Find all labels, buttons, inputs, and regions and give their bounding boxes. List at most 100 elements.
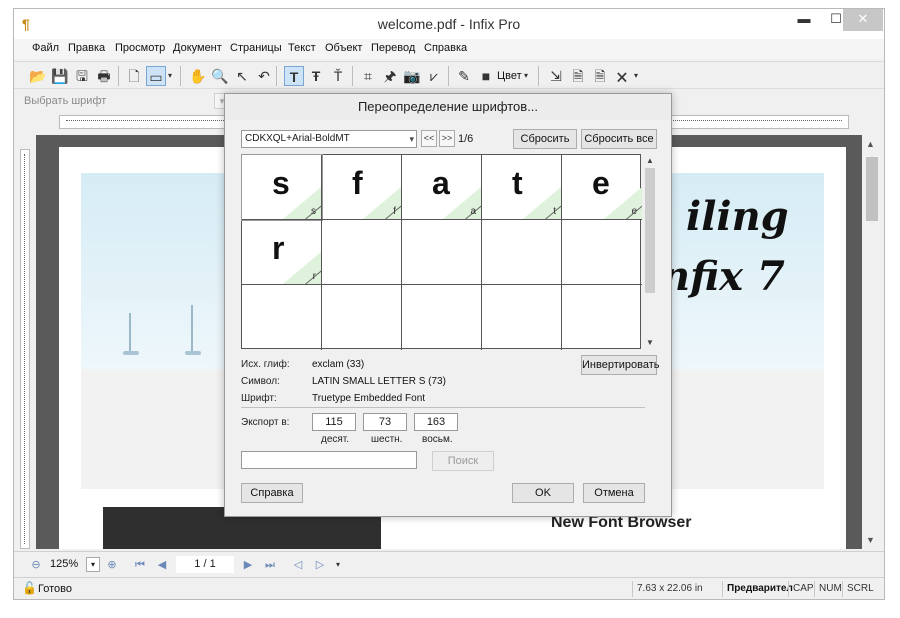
scroll-down-icon[interactable]: ▼ xyxy=(646,338,654,347)
import-page-icon[interactable]: 🗎 xyxy=(568,66,588,86)
glyph-grid-scrollbar[interactable]: ▲ ▼ xyxy=(643,154,657,349)
cancel-button[interactable]: Отмена xyxy=(583,483,645,503)
glyph-grid[interactable]: s s f f a a t t e e r r xyxy=(241,154,642,350)
hand-icon[interactable]: ✋ xyxy=(188,66,208,86)
text-superscript-icon[interactable]: Ť xyxy=(328,66,348,86)
glyph-cell-empty[interactable] xyxy=(482,220,562,285)
zoom-icon[interactable]: 🔍 xyxy=(210,66,230,86)
sailboat-hull xyxy=(185,351,201,355)
forward-icon[interactable]: ▷ xyxy=(312,557,328,573)
glyph-cell[interactable]: f f xyxy=(322,155,402,220)
vertical-scrollbar[interactable]: ▲ ▼ xyxy=(862,135,882,549)
glyph-cell-empty[interactable] xyxy=(482,285,562,350)
sailboat-mast xyxy=(129,313,131,353)
scroll-down-icon[interactable]: ▼ xyxy=(866,535,875,545)
ok-button[interactable]: OK xyxy=(512,483,574,503)
close-button[interactable]: ✕ xyxy=(843,9,883,31)
help-button[interactable]: Справка xyxy=(241,483,303,503)
last-page-icon[interactable]: ⏭ xyxy=(262,557,278,573)
menu-file[interactable]: Файл xyxy=(32,42,59,54)
next-glyph-page-button[interactable]: >> xyxy=(439,130,455,147)
crop-icon[interactable]: ⌗ xyxy=(358,66,378,86)
first-page-icon[interactable]: ⏮ xyxy=(132,557,148,573)
font-value: Truetype Embedded Font xyxy=(312,393,426,404)
camera-icon[interactable]: 📷 xyxy=(402,66,422,86)
chevron-down-icon[interactable]: ▾ xyxy=(632,66,640,86)
invert-button[interactable]: Инвертировать xyxy=(581,355,659,375)
toolbar-separator xyxy=(180,66,181,86)
glyph-cell[interactable]: a a xyxy=(402,155,482,220)
glyph-page-count: 1/6 xyxy=(458,133,474,145)
zoom-in-icon[interactable]: ⊕ xyxy=(104,557,120,573)
search-input[interactable] xyxy=(241,451,417,469)
menu-pages[interactable]: Страницы xyxy=(230,42,282,54)
back-icon[interactable]: ◁ xyxy=(290,557,306,573)
scroll-up-icon[interactable]: ▲ xyxy=(646,156,654,165)
font-combo[interactable]: CDKXQL+Arial-BoldMT ▾ xyxy=(241,130,417,148)
chevron-down-icon[interactable]: ▾ xyxy=(522,66,530,86)
window-title: welcome.pdf - Infix Pro xyxy=(377,16,521,32)
open-icon[interactable]: 📂 xyxy=(28,66,48,86)
toolbar-separator xyxy=(276,66,277,86)
main-toolbar: 📂 💾 🖫 🖶 🗋 ▭ ▾ ✋ 🔍 ↖ ↶ T Ŧ Ť ⌗ 🖈 📷 ⩗ ✎ ■ … xyxy=(14,61,884,89)
menu-object[interactable]: Объект xyxy=(325,42,362,54)
font-selector[interactable]: Выбрать шрифт xyxy=(24,95,106,107)
scroll-up-icon[interactable]: ▲ xyxy=(866,139,875,149)
glyph-cell-empty[interactable] xyxy=(322,285,402,350)
menu-view[interactable]: Просмотр xyxy=(115,42,165,54)
color-label[interactable]: Цвет xyxy=(497,70,522,82)
menu-translate[interactable]: Перевод xyxy=(371,42,415,54)
select-arrow-icon[interactable]: ↖ xyxy=(232,66,252,86)
glyph-cell[interactable]: r r xyxy=(242,220,322,285)
navigation-bar: ⊖ 125% ▾ ⊕ ⏮ ◀ 1 / 1 ▶ ⏭ ◁ ▷ ▾ xyxy=(14,551,884,577)
chevron-down-icon[interactable]: ▾ xyxy=(330,557,346,573)
glyph-cell-empty[interactable] xyxy=(562,220,642,285)
glyph-cell[interactable]: s s xyxy=(241,154,323,221)
chevron-down-icon[interactable]: ▾ xyxy=(166,66,174,86)
symbol-value: LATIN SMALL LETTER S (73) xyxy=(312,376,446,387)
zoom-value[interactable]: 125% xyxy=(50,558,78,570)
eyedropper-icon[interactable]: ✎ xyxy=(454,66,474,86)
glyph-cell[interactable]: t t xyxy=(482,155,562,220)
color-swatch-icon[interactable]: ■ xyxy=(476,66,496,86)
chevron-down-icon[interactable]: ▾ xyxy=(409,131,414,147)
octal-code-field[interactable]: 163 xyxy=(414,413,458,431)
zoom-out-icon[interactable]: ⊖ xyxy=(28,557,44,573)
reset-all-button[interactable]: Сбросить все xyxy=(581,129,657,149)
move-page-icon[interactable]: 🗎 xyxy=(590,66,610,86)
reset-button[interactable]: Сбросить xyxy=(513,129,577,149)
scrollbar-thumb[interactable] xyxy=(645,168,655,293)
export-icon[interactable]: ⇲ xyxy=(546,66,566,86)
minimize-button[interactable]: ▬ xyxy=(788,9,820,31)
glyph-cell-empty[interactable] xyxy=(402,220,482,285)
glyph-cell[interactable]: e e xyxy=(562,155,642,220)
glyph-cell-empty[interactable] xyxy=(242,285,322,350)
glyph-cell-empty[interactable] xyxy=(562,285,642,350)
hex-code-field[interactable]: 73 xyxy=(363,413,407,431)
page-icon[interactable]: 🗋 xyxy=(124,66,144,86)
scrollbar-thumb[interactable] xyxy=(866,157,878,221)
print-icon[interactable]: 🖶 xyxy=(94,66,114,86)
next-page-icon[interactable]: ▶ xyxy=(240,557,256,573)
chevron-down-icon[interactable]: ▾ xyxy=(86,557,100,572)
undo-icon[interactable]: ↶ xyxy=(254,66,274,86)
prev-page-icon[interactable]: ◀ xyxy=(154,557,170,573)
menu-edit[interactable]: Правка xyxy=(68,42,105,54)
delete-page-icon[interactable]: 🗙 xyxy=(612,66,632,86)
save-icon[interactable]: 💾 xyxy=(50,66,70,86)
stamp-icon[interactable]: 🖈 xyxy=(380,66,400,86)
link-icon[interactable]: ⩗ xyxy=(424,66,444,86)
menu-help[interactable]: Справка xyxy=(424,42,467,54)
prev-glyph-page-button[interactable]: << xyxy=(421,130,437,147)
menu-text[interactable]: Текст xyxy=(288,42,316,54)
search-button[interactable]: Поиск xyxy=(432,451,494,471)
page-number-field[interactable]: 1 / 1 xyxy=(176,556,234,573)
page-view-icon[interactable]: ▭ xyxy=(146,66,166,86)
glyph-cell-empty[interactable] xyxy=(402,285,482,350)
save-as-icon[interactable]: 🖫 xyxy=(72,66,92,86)
text-frame-icon[interactable]: Ŧ xyxy=(306,66,326,86)
glyph-cell-empty[interactable] xyxy=(322,220,402,285)
text-tool-icon[interactable]: T xyxy=(284,66,304,86)
menu-document[interactable]: Документ xyxy=(173,42,222,54)
decimal-code-field[interactable]: 115 xyxy=(312,413,356,431)
